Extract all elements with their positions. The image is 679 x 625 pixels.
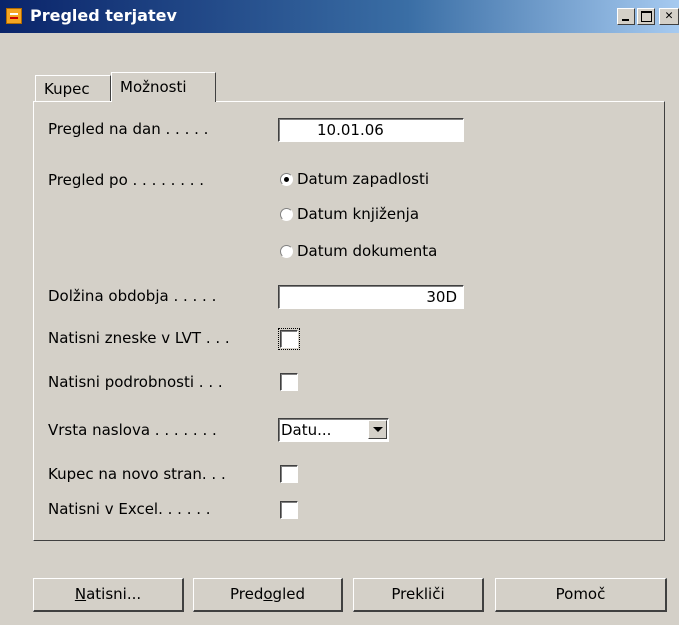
pregled-na-dan-input[interactable]: 10.01.06 xyxy=(278,118,464,142)
radio-datum-zapadlosti[interactable] xyxy=(280,173,293,186)
window-title: Pregled terjatev xyxy=(30,6,177,25)
preview-label-post: gled xyxy=(272,585,305,603)
cancel-button[interactable]: Prekliči xyxy=(353,578,484,612)
vrsta-naslova-label: Vrsta naslova . . . . . . . xyxy=(48,421,217,439)
maximize-icon xyxy=(641,11,652,22)
pregled-po-label: Pregled po . . . . . . . . xyxy=(48,171,205,189)
close-icon: ✕ xyxy=(665,8,673,23)
preview-button[interactable]: Predogled xyxy=(193,578,343,612)
chevron-down-icon[interactable] xyxy=(368,420,387,439)
print-button[interactable]: Natisni... xyxy=(33,578,184,612)
preview-accel: o xyxy=(263,585,273,603)
minimize-button[interactable] xyxy=(617,8,635,25)
natisni-zneske-lvt-checkbox[interactable] xyxy=(278,328,300,350)
tab-moznosti[interactable]: Možnosti xyxy=(111,72,216,102)
close-button[interactable]: ✕ xyxy=(659,8,679,25)
kupec-na-novo-stran-checkbox[interactable] xyxy=(280,465,298,483)
minimize-icon xyxy=(622,19,629,21)
tab-connector xyxy=(112,100,215,103)
print-label: atisni... xyxy=(86,585,142,603)
app-icon xyxy=(6,8,22,24)
title-bar: Pregled terjatev ✕ xyxy=(0,0,679,33)
pregled-na-dan-label: Pregled na dan . . . . . xyxy=(48,120,209,138)
radio-selected-dot xyxy=(284,177,289,182)
natisni-zneske-lvt-label: Natisni zneske v LVT . . . xyxy=(48,329,230,347)
natisni-podrobnosti-label: Natisni podrobnosti . . . xyxy=(48,373,223,391)
help-button[interactable]: Pomoč xyxy=(495,578,667,612)
radio-datum-knjizenja-label[interactable]: Datum knjiženja xyxy=(297,205,419,223)
natisni-v-excel-checkbox[interactable] xyxy=(280,501,298,519)
dolzina-obdobja-input[interactable]: 30D xyxy=(278,285,464,309)
natisni-v-excel-label: Natisni v Excel. . . . . . xyxy=(48,500,211,518)
natisni-podrobnosti-checkbox[interactable] xyxy=(280,373,298,391)
radio-datum-knjizenja[interactable] xyxy=(280,208,293,221)
radio-datum-dokumenta[interactable] xyxy=(280,245,293,258)
maximize-button[interactable] xyxy=(637,8,655,25)
dolzina-obdobja-label: Dolžina obdobja . . . . . xyxy=(48,287,217,305)
radio-datum-dokumenta-label[interactable]: Datum dokumenta xyxy=(297,242,437,260)
kupec-na-novo-stran-label: Kupec na novo stran. . . xyxy=(48,465,226,483)
tab-kupec[interactable]: Kupec xyxy=(35,75,111,102)
vrsta-naslova-value: Datu... xyxy=(281,421,332,439)
radio-datum-zapadlosti-label[interactable]: Datum zapadlosti xyxy=(297,170,429,188)
print-accel: N xyxy=(74,585,87,603)
preview-label-pre: Pred xyxy=(229,585,264,603)
vrsta-naslova-select[interactable]: Datu... xyxy=(278,418,389,442)
